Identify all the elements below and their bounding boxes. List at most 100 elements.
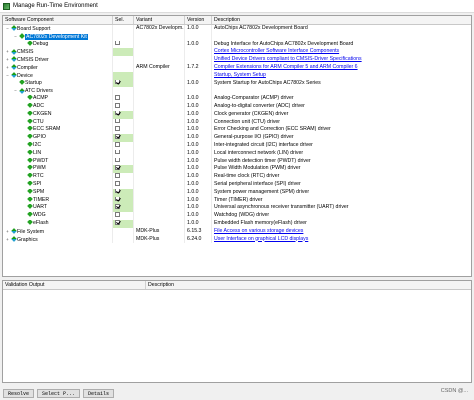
select-checkbox[interactable] (115, 204, 120, 209)
select-checkbox[interactable] (115, 110, 120, 116)
description-link[interactable]: Unified Device Drivers compliant to CMSI… (212, 56, 471, 64)
select-checkbox[interactable] (115, 40, 120, 46)
variant-cell (134, 134, 185, 142)
table-row[interactable]: PWDT 1.0.0 Pulse width detection timer (PW… (3, 157, 471, 166)
table-row[interactable]: RTC 1.0.0 Real-time clock (RTC) driver (3, 173, 471, 181)
collapse-icon[interactable]: − (5, 72, 10, 80)
table-row[interactable]: ACMP 1.0.0 Analog-Comparator (ACMP) driver (3, 95, 471, 103)
table-row[interactable]: + CMSIS Cortex Microcontroller Software In… (3, 48, 471, 57)
select-checkbox[interactable] (115, 79, 120, 85)
select-checkbox[interactable] (115, 102, 120, 108)
description-cell: Inter-integrated circuit (I2C) interface… (214, 141, 313, 148)
expand-icon[interactable]: + (5, 56, 10, 64)
component-cell: ACMP (3, 95, 113, 103)
table-row[interactable]: I2C 1.0.0 Inter-integrated circuit (I2C) i… (3, 141, 471, 150)
variant-cell[interactable]: AC7802x Developm... (134, 25, 185, 33)
table-row[interactable]: ADC 1.0.0 Analog-to-digital converter (ADC… (3, 102, 471, 111)
select-checkbox[interactable] (115, 196, 120, 202)
column-header-variant[interactable]: Variant (134, 16, 185, 24)
component-name: RTC (33, 173, 44, 180)
description-link[interactable]: File Access on various storage devices (212, 228, 471, 236)
component-cell: GPIO (3, 134, 113, 142)
description-cell: Local interconnect network (LIN) driver (214, 149, 304, 156)
version-cell: 1.0.0 (185, 157, 212, 166)
component-grid[interactable]: Software Component Sel. Variant Version … (2, 15, 472, 277)
expand-icon[interactable]: + (5, 64, 10, 72)
select-checkbox[interactable] (115, 118, 120, 124)
table-row[interactable]: SPM 1.0.0 System power management (SPM) dr… (3, 188, 471, 197)
table-row[interactable]: + CMSIS Driver Unified Device Drivers comp… (3, 56, 471, 64)
component-icon (26, 149, 33, 155)
description-cell: AutoChips AC7802x Development Board (214, 25, 308, 31)
expand-icon[interactable]: + (5, 236, 10, 244)
table-row[interactable]: − Board Support AC7802x Developm... 1.0.0 Au… (3, 25, 471, 33)
expand-icon[interactable]: + (5, 228, 10, 236)
details-button[interactable]: Details (83, 388, 115, 398)
table-row[interactable]: + Graphics MDK-Plus 6.24.0 User Interface on… (3, 235, 471, 244)
collapse-icon[interactable]: − (13, 87, 18, 95)
select-checkbox[interactable] (115, 157, 120, 163)
table-row[interactable]: − ATC Drivers (3, 87, 471, 96)
description-cell: Pulse width detection timer (PWDT) drive… (214, 157, 311, 164)
select-checkbox[interactable] (115, 188, 120, 194)
table-row[interactable]: GPIO 1.0.0 General-purpose I/O (GPIO) driv… (3, 134, 471, 142)
description-link[interactable]: Cortex Microcontroller Software Interfac… (212, 48, 471, 56)
table-row[interactable]: UART 1.0.0 Universal asynchronous receiver… (3, 204, 471, 213)
table-row[interactable]: + File System MDK-Plus 6.15.3 File Access on… (3, 227, 471, 236)
validation-header: Validation Output Description (3, 281, 471, 290)
variant-cell (134, 87, 185, 96)
column-header-component[interactable]: Software Component (3, 16, 113, 24)
selection-cell (113, 227, 134, 236)
selection-cell (113, 110, 134, 119)
variant-cell[interactable]: MDK-Plus (134, 227, 185, 236)
select-checkbox[interactable] (115, 141, 120, 147)
variant-cell (134, 149, 185, 158)
collapse-icon[interactable]: − (13, 33, 18, 41)
table-row[interactable]: Debug 1.0.0 Debug Interface for AutoChips … (3, 40, 471, 49)
table-row[interactable]: CTU 1.0.0 Connection unit (CTU) driver (3, 118, 471, 127)
validation-output-header[interactable]: Validation Output (3, 281, 146, 289)
select-checkbox[interactable] (115, 149, 120, 155)
select-checkbox[interactable] (115, 134, 120, 139)
select-packs-button[interactable]: Select P... (37, 388, 81, 398)
column-header-description[interactable]: Description (212, 16, 471, 24)
variant-cell[interactable]: ARM Compiler (134, 63, 185, 72)
select-checkbox[interactable] (115, 180, 120, 186)
table-row[interactable]: SPI 1.0.0 Serial peripheral interface (SPI… (3, 180, 471, 189)
table-row[interactable]: LIN 1.0.0 Local interconnect network (LIN)… (3, 149, 471, 158)
component-icon (18, 33, 25, 39)
component-icon (26, 173, 33, 179)
validation-description-header[interactable]: Description (146, 281, 471, 289)
component-cell: CKGEN (3, 110, 113, 119)
select-checkbox[interactable] (115, 173, 120, 178)
variant-cell (134, 118, 185, 127)
variant-cell[interactable]: MDK-Plus (134, 235, 185, 244)
table-row[interactable]: ECC SRAM 1.0.0 Error Checking and Correcti… (3, 126, 471, 135)
select-checkbox[interactable] (115, 95, 120, 100)
variant-cell (134, 71, 185, 80)
select-checkbox[interactable] (115, 126, 120, 131)
table-row[interactable]: PWM 1.0.0 Pulse Width Modulation (PWM) dri… (3, 165, 471, 174)
component-icon (26, 141, 33, 147)
table-row[interactable]: − AC7802x Development Kit (3, 32, 471, 41)
table-row[interactable]: WDG 1.0.0 Watchdog (WDG) driver (3, 212, 471, 220)
description-link[interactable]: User Interface on graphical LCD displays (212, 236, 471, 244)
resolve-button[interactable]: Resolve (3, 388, 35, 398)
column-header-version[interactable]: Version (185, 16, 212, 24)
table-row[interactable]: eFlash 1.0.0 Embedded Flash memory(eFlash)… (3, 219, 471, 228)
column-header-sel[interactable]: Sel. (113, 16, 134, 24)
select-checkbox[interactable] (115, 219, 120, 225)
expand-icon[interactable]: + (5, 48, 10, 56)
select-checkbox[interactable] (115, 212, 120, 217)
table-row[interactable]: Startup 1.0.0 System Startup for AutoChips… (3, 79, 471, 88)
description-link[interactable]: Startup, System Setup (212, 72, 471, 80)
collapse-icon[interactable]: − (5, 25, 10, 33)
select-checkbox[interactable] (115, 165, 120, 170)
selection-cell (113, 126, 134, 135)
description-link[interactable]: Compiler Extensions for ARM Compiler 5 a… (212, 64, 471, 72)
table-row[interactable]: CKGEN 1.0.0 Clock generator (CKGEN) driver (3, 110, 471, 119)
table-row[interactable]: TIMER 1.0.0 Timer (TIMER) driver (3, 196, 471, 205)
selection-cell (113, 180, 134, 189)
table-row[interactable]: + Compiler ARM Compiler 1.7.2 Compiler Exten… (3, 63, 471, 72)
table-row[interactable]: − Device Startup, System Setup (3, 71, 471, 80)
